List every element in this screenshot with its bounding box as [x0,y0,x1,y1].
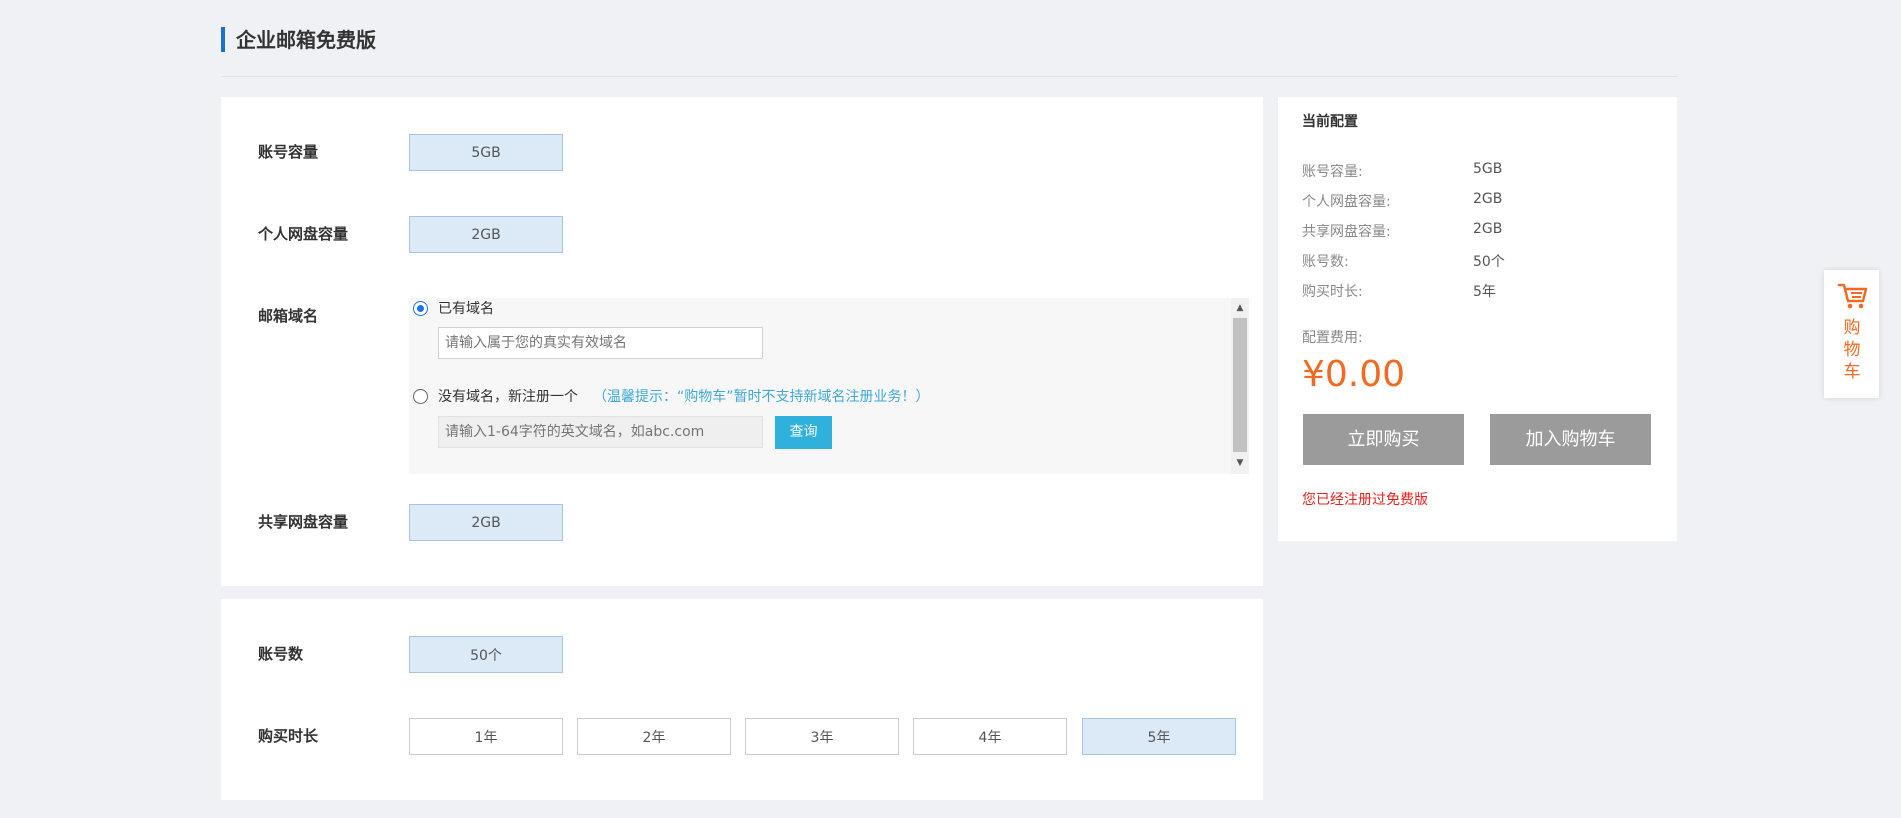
registered-notice: 您已经注册过免费版 [1302,492,1428,508]
query-domain-button[interactable]: 查询 [775,416,832,449]
account-count-option[interactable]: 50个 [409,636,563,673]
mail-domain-label: 邮箱域名 [258,307,319,325]
summary-label-duration: 购买时长: [1302,284,1363,300]
summary-title: 当前配置 [1302,114,1358,130]
duration-option-3[interactable]: 3年 [745,718,899,755]
has-domain-label: 已有域名 [438,301,494,317]
duration-option-1[interactable]: 1年 [409,718,563,755]
duration-option-2[interactable]: 2年 [577,718,731,755]
summary-value-duration: 5年 [1473,284,1496,300]
account-capacity-label: 账号容量 [258,143,319,161]
scrollbar-thumb[interactable] [1233,318,1247,452]
personal-disk-label: 个人网盘容量 [258,225,349,243]
floating-cart-label[interactable]: 购物车 [1840,317,1864,383]
existing-domain-input[interactable] [438,327,763,359]
page-title: 企业邮箱免费版 [236,28,376,52]
scroll-up-arrow-icon[interactable]: ▲ [1233,301,1247,315]
shared-disk-label: 共享网盘容量 [258,513,349,531]
account-count-label: 账号数 [258,645,304,663]
fee-label: 配置费用: [1302,330,1363,346]
summary-value-accounts: 50个 [1473,254,1505,270]
account-capacity-option[interactable]: 5GB [409,134,563,171]
summary-label-capacity: 账号容量: [1302,164,1363,180]
has-domain-radio[interactable] [413,301,428,316]
config-panel-purchase [221,599,1263,800]
header-divider [221,76,1678,77]
price-value: ¥0.00 [1302,354,1406,395]
title-accent-bar [221,27,225,52]
add-to-cart-button[interactable]: 加入购物车 [1490,414,1651,465]
shared-disk-option[interactable]: 2GB [409,504,563,541]
no-domain-radio[interactable] [413,389,428,404]
scroll-down-arrow-icon[interactable]: ▼ [1233,456,1247,470]
personal-disk-option[interactable]: 2GB [409,216,563,253]
summary-value-capacity: 5GB [1473,161,1503,177]
duration-label: 购买时长 [258,727,319,745]
summary-label-accounts: 账号数: [1302,254,1349,270]
summary-value-shared-disk: 2GB [1473,221,1503,237]
summary-label-shared-disk: 共享网盘容量: [1302,224,1391,240]
duration-option-5-selected[interactable]: 5年 [1082,718,1236,755]
duration-option-4[interactable]: 4年 [913,718,1067,755]
no-domain-label: 没有域名，新注册一个 [438,389,578,405]
cart-icon[interactable] [1837,280,1869,312]
summary-value-personal-disk: 2GB [1473,191,1503,207]
new-domain-input[interactable] [438,416,763,448]
cart-domain-hint: （温馨提示：“购物车”暂时不支持新域名注册业务！） [593,389,930,405]
buy-now-button[interactable]: 立即购买 [1303,414,1464,465]
summary-label-personal-disk: 个人网盘容量: [1302,194,1391,210]
